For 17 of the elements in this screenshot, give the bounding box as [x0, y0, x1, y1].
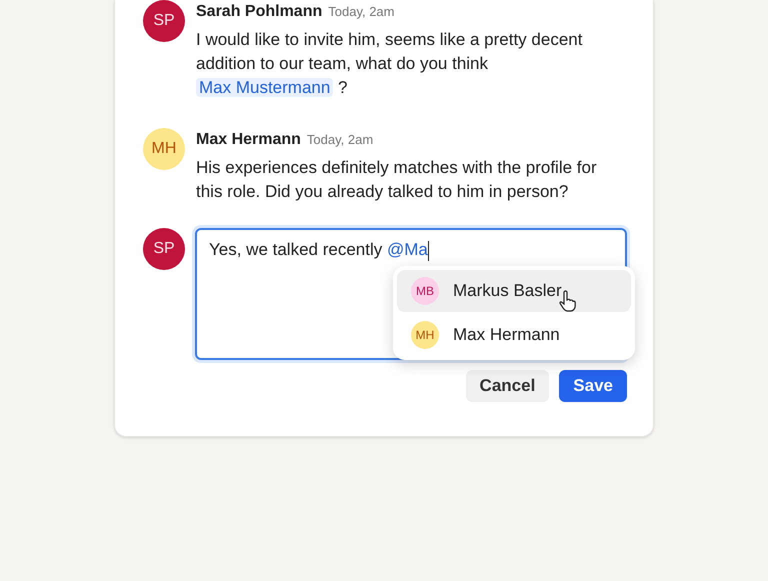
comment-text: I would like to invite him, seems like a pretty decent addition to our team, what do you think Max Mustermann ?	[196, 29, 584, 99]
avatar: MH	[411, 321, 439, 349]
save-button[interactable]: Save	[559, 370, 627, 402]
timestamp: Today, 2am	[328, 3, 394, 21]
avatar: SP	[143, 228, 185, 270]
comment-text: His experiences definitely matches with the profile for this role. Did you already talked to him in person?	[196, 157, 598, 203]
author-name: Sarah Pohlmann	[196, 2, 322, 22]
cancel-button[interactable]: Cancel	[466, 370, 550, 402]
mention-link[interactable]: Max Mustermann	[196, 78, 334, 97]
suggestion-item[interactable]: MB Markus Basler	[397, 270, 631, 312]
avatar: MB	[411, 277, 439, 305]
suggestion-name: Max Hermann	[453, 324, 560, 346]
avatar: SP	[143, 0, 185, 42]
timestamp: Today, 2am	[306, 131, 374, 149]
suggestion-name: Markus Basler	[453, 280, 562, 302]
avatar: MH	[143, 128, 185, 170]
author-name: Max Hermann	[196, 130, 301, 150]
